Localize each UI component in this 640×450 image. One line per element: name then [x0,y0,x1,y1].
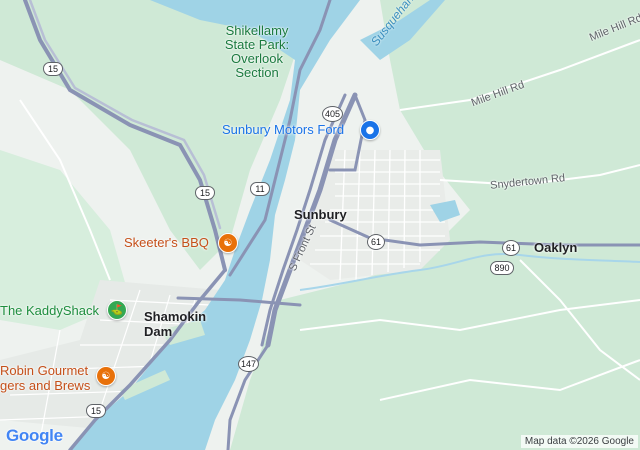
shamokin-dam-label[interactable]: Shamokin Dam [144,309,206,339]
pa-61-shield: 61 [367,234,385,250]
park-label-line4: Section [235,65,279,80]
google-logo: Google [6,426,63,446]
map-canvas[interactable] [0,0,640,450]
pa-147-shield: 147 [238,356,260,372]
us-11-shield: 11 [250,182,270,196]
shamokin-dam-line1: Shamokin [144,309,207,324]
park-label-line3: Overlook [230,51,284,66]
pa-890-shield: 890 [490,261,514,275]
golf-icon[interactable]: ⛳ [107,300,127,320]
car-dealer-icon[interactable]: ● [360,120,380,140]
map-attribution[interactable]: Map data ©2026 Google [520,435,638,448]
oaklyn-label[interactable]: Oaklyn [534,240,577,255]
sunbury-label[interactable]: Sunbury [294,207,347,222]
shamokin-dam-line2: Dam [144,324,173,339]
sunbury-motors-ford-label[interactable]: Sunbury Motors Ford [222,122,344,137]
us-15-shield: 15 [195,186,215,200]
us-15-shield: 15 [86,404,106,418]
robin-gourmet-line2: gers and Brews [0,378,91,393]
park-label-line2: State Park: [224,37,290,52]
park-label-line1: Shikellamy [225,23,289,38]
kaddyshack-label[interactable]: The KaddyShack [0,303,99,318]
skeeters-bbq-label[interactable]: Skeeter's BBQ [124,235,209,250]
us-15-shield: 15 [43,62,63,76]
robin-gourmet-line1: Robin Gourmet [0,363,89,378]
robin-gourmet-label[interactable]: Robin Gourmet gers and Brews [0,363,90,393]
pa-405-shield: 405 [322,106,344,122]
park-label[interactable]: Shikellamy State Park: Overlook Section [222,24,292,80]
restaurant-icon[interactable]: ☯ [96,366,116,386]
google-logo-text: Google [6,426,63,445]
pa-61-shield: 61 [502,240,520,256]
restaurant-icon[interactable]: ☯ [218,233,238,253]
